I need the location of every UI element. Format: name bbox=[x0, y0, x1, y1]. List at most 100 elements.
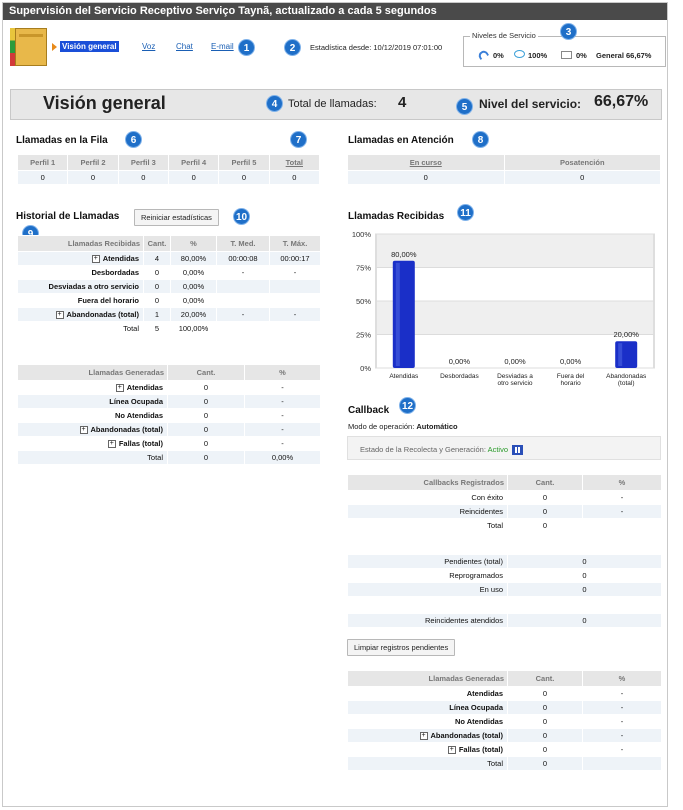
chart-ytick-label: 100% bbox=[352, 230, 372, 239]
cell bbox=[582, 518, 662, 533]
cell: - bbox=[244, 380, 321, 395]
cell: - bbox=[582, 742, 662, 757]
chart-category-label: otro servicio bbox=[497, 380, 532, 387]
expand-icon[interactable]: + bbox=[91, 255, 100, 263]
received-header: Llamadas Recibidas bbox=[17, 235, 144, 252]
chart-category-label: Desbordadas bbox=[440, 373, 479, 380]
cell: 0 bbox=[507, 714, 583, 729]
expand-icon[interactable]: + bbox=[115, 384, 124, 392]
row-label: Abandonadas (total) bbox=[90, 424, 164, 434]
cell: 0 bbox=[143, 293, 171, 308]
voice-level: 0% bbox=[493, 51, 504, 60]
badge-5: 5 bbox=[456, 98, 473, 115]
nav-overview[interactable]: Visión general bbox=[60, 41, 119, 52]
after-call-value: 0 bbox=[503, 170, 661, 185]
chat-level: 100% bbox=[528, 51, 548, 60]
queue-value: 0 bbox=[67, 170, 119, 185]
reset-stats-button[interactable]: Reiniciar estadísticas bbox=[134, 209, 219, 226]
mode-value: Automático bbox=[416, 422, 458, 431]
nav-chat[interactable]: Chat bbox=[176, 42, 193, 51]
row-label: No Atendidas bbox=[17, 408, 168, 423]
cell bbox=[269, 321, 321, 336]
nav-voice[interactable]: Voz bbox=[142, 42, 155, 51]
row-label: No Atendidas bbox=[347, 714, 508, 729]
nav-email[interactable]: E-mail bbox=[211, 42, 234, 51]
callback-title: Callback bbox=[348, 405, 390, 416]
callback-attended-table: Reincidentes atendidos 0 bbox=[347, 613, 662, 628]
queue-value: 0 bbox=[117, 170, 169, 185]
cell: 0 bbox=[507, 613, 662, 628]
cell: - bbox=[244, 422, 321, 437]
expand-icon[interactable]: + bbox=[419, 732, 428, 740]
chart-data-label: 0,00% bbox=[449, 357, 471, 366]
service-level-label: Nivel del servicio: bbox=[479, 97, 582, 111]
queue-value: 0 bbox=[218, 170, 270, 185]
badge-10: 10 bbox=[233, 208, 250, 225]
cell: - bbox=[582, 700, 662, 715]
cell: 0 bbox=[143, 265, 171, 280]
chart-bar-highlight bbox=[618, 343, 623, 366]
chart-bar-highlight bbox=[395, 262, 400, 366]
cell: 5 bbox=[143, 321, 171, 336]
chart-ytick-label: 0% bbox=[360, 364, 371, 373]
chart-data-label: 0,00% bbox=[504, 357, 526, 366]
queue-title: Llamadas en la Fila bbox=[16, 135, 108, 146]
badge-2: 2 bbox=[284, 39, 301, 56]
cell: 0 bbox=[507, 490, 583, 505]
expand-icon[interactable]: + bbox=[107, 440, 116, 448]
queue-value: 0 bbox=[268, 170, 321, 185]
row-label: Reincidentes bbox=[347, 504, 508, 519]
badge-3: 3 bbox=[560, 23, 577, 40]
expand-icon[interactable]: + bbox=[55, 311, 64, 319]
row-label: Con éxito bbox=[347, 490, 508, 505]
badge-12: 12 bbox=[399, 397, 416, 414]
row-label: Línea Ocupada bbox=[347, 700, 508, 715]
queue-value: 0 bbox=[16, 170, 69, 185]
row-label: Abandonadas (total) bbox=[66, 309, 140, 319]
cell: - bbox=[269, 265, 321, 280]
total-calls-label: Total de llamadas: bbox=[288, 98, 377, 110]
badge-1: 1 bbox=[238, 39, 255, 56]
chart-category-label: Desviadas a bbox=[497, 373, 533, 380]
chart-band bbox=[377, 301, 653, 335]
cell: 0,00% bbox=[170, 279, 217, 294]
queue-total-header[interactable]: Total bbox=[268, 154, 321, 171]
email-level: 0% bbox=[576, 51, 587, 60]
chat-icon bbox=[514, 50, 525, 58]
chart-category-label: (total) bbox=[618, 380, 635, 387]
service-levels-legend: Niveles de Servicio bbox=[470, 31, 538, 40]
cell: - bbox=[582, 728, 662, 743]
pause-icon[interactable] bbox=[512, 445, 524, 456]
cell: - bbox=[244, 408, 321, 423]
cell: - bbox=[244, 436, 321, 451]
expand-icon[interactable]: + bbox=[79, 426, 88, 434]
expand-icon[interactable]: + bbox=[447, 746, 456, 754]
cb-generated-header: Llamadas Generadas bbox=[347, 670, 508, 687]
cell: 0 bbox=[167, 436, 245, 451]
cell: 0 bbox=[507, 582, 662, 597]
row-label: En uso bbox=[347, 582, 508, 597]
attention-table: En curso Posatención 0 0 bbox=[347, 154, 661, 185]
queue-header: Perfil 4 bbox=[167, 154, 220, 171]
chart-category-label: Fuera del bbox=[557, 373, 585, 380]
generated-table: Llamadas Generadas Cant. % + Atendidas 0- … bbox=[17, 364, 321, 465]
queue-header: Perfil 3 bbox=[117, 154, 169, 171]
received-header: T. Máx. bbox=[269, 235, 321, 252]
cell: 0 bbox=[507, 756, 583, 771]
chart-ytick-label: 50% bbox=[356, 297, 371, 306]
cell: - bbox=[269, 307, 321, 322]
cell: 1 bbox=[143, 307, 171, 322]
cell: 0 bbox=[507, 504, 583, 519]
table-row: + Abandonadas (total) 1 20,00% - - bbox=[17, 307, 321, 322]
cell: 0 bbox=[507, 568, 662, 583]
row-label: Total bbox=[17, 450, 168, 465]
row-label: Fallas (total) bbox=[118, 438, 163, 448]
row-label: Desbordadas bbox=[17, 265, 144, 280]
cell: 0 bbox=[167, 408, 245, 423]
row-label: Total bbox=[347, 518, 508, 533]
in-progress-header[interactable]: En curso bbox=[347, 154, 505, 171]
row-label: Reincidentes atendidos bbox=[347, 613, 508, 628]
clear-pending-button[interactable]: Limpiar registros pendientes bbox=[347, 639, 456, 656]
chart-category-label: horario bbox=[560, 380, 581, 387]
row-label: Total bbox=[347, 756, 508, 771]
